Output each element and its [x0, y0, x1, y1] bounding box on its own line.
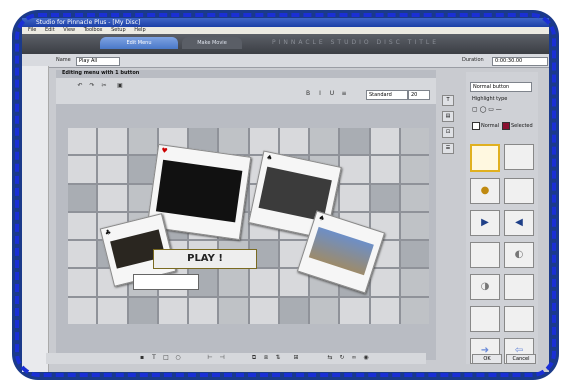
thumb-10[interactable]	[504, 274, 534, 300]
normal-color-swatch[interactable]	[472, 122, 480, 130]
thumb-7[interactable]	[470, 242, 500, 268]
club-icon: ♣	[104, 228, 113, 238]
ellipse-icon[interactable]: ○	[174, 354, 182, 362]
text-tool-icon[interactable]: T	[442, 95, 454, 106]
button-style-thumbnails: ● ▶ ◀ ◐ ◑ ➜ ⇦	[470, 144, 534, 364]
tab-make-movie[interactable]: Make Movie	[182, 37, 242, 49]
screenshot-frame: Studio for Pinnacle Plus - [My Disc] Fil…	[12, 10, 559, 380]
align-left-icon[interactable]: ⊢	[206, 354, 214, 362]
spade-icon: ♠	[265, 153, 274, 163]
preview-icon[interactable]: ◉	[362, 354, 370, 362]
duration-label: Duration	[462, 57, 484, 63]
redo-icon[interactable]: ↷	[88, 82, 96, 90]
dialog-buttons: OK Cancel	[468, 354, 538, 364]
thumb-1[interactable]	[470, 144, 500, 172]
spade-icon: ♠	[317, 213, 326, 224]
font-select[interactable]: Standard	[366, 90, 408, 100]
select-icon[interactable]: ▪	[138, 354, 146, 362]
duration-input[interactable]: 0:00:30.00	[492, 57, 548, 66]
menu-edit[interactable]: Edit	[45, 27, 55, 33]
rect-icon[interactable]: □	[162, 354, 170, 362]
highlight-label: Highlight type	[472, 96, 508, 102]
selected-color-label: Selected	[511, 123, 533, 129]
thumb-11[interactable]	[470, 306, 500, 332]
size-select[interactable]: 20	[408, 90, 430, 100]
image-tool-icon[interactable]: ▤	[442, 111, 454, 122]
thumb-5[interactable]: ▶	[470, 210, 500, 236]
button-properties-panel: Normal button Highlight type ▢ ◯ ▭ — Nor…	[466, 72, 538, 364]
flip-icon[interactable]: ⇆	[326, 354, 334, 362]
button-style-select[interactable]: Normal button	[470, 82, 532, 92]
group-icon[interactable]: ⧉	[250, 354, 258, 362]
menu-view[interactable]: View	[63, 27, 75, 33]
link-icon[interactable]: ∞	[350, 354, 358, 362]
undo-icon[interactable]: ↶	[76, 82, 84, 90]
cancel-button[interactable]: Cancel	[506, 354, 536, 364]
thumb-4[interactable]	[504, 178, 534, 204]
text-icon[interactable]: T	[150, 354, 158, 362]
title-bar: Studio for Pinnacle Plus - [My Disc]	[22, 18, 549, 27]
delete-icon[interactable]: ▣	[116, 82, 124, 90]
menu-bar: File Edit View Toolbox Setup Help	[22, 27, 549, 34]
thumbnail-image	[155, 159, 243, 223]
rotate-icon[interactable]: ↻	[338, 354, 346, 362]
menu-toolbox[interactable]: Toolbox	[84, 27, 103, 33]
distribute-icon[interactable]: ⊞	[292, 354, 300, 362]
button-tool-icon[interactable]: ⊡	[442, 127, 454, 138]
thumb-9[interactable]: ◑	[470, 274, 500, 300]
side-tools: T ▤ ⊡ ☰	[442, 95, 456, 159]
tab-bar: Edit Menu Make Movie PINNACLE STUDIO DIS…	[22, 34, 549, 54]
thumb-3[interactable]: ●	[470, 178, 500, 204]
bold-icon[interactable]: B	[304, 90, 312, 98]
underline-icon[interactable]: U	[328, 90, 336, 98]
selected-color-swatch[interactable]	[502, 122, 510, 130]
editor-heading: Editing menu with 1 button	[62, 70, 140, 76]
menu-setup[interactable]: Setup	[111, 27, 126, 33]
align-center-icon[interactable]: ⊣	[218, 354, 226, 362]
menu-tool-icon[interactable]: ☰	[442, 143, 454, 154]
italic-icon[interactable]: I	[316, 90, 324, 98]
thumbnail-image	[308, 226, 374, 276]
bottom-toolbar: ▪ T □ ○ ⊢ ⊣ ⧉ ⧈ ⇅ ⊞ ⇆ ↻ ∞ ◉	[46, 353, 426, 364]
thumb-8[interactable]: ◐	[504, 242, 534, 268]
name-input[interactable]: Play All	[76, 57, 120, 66]
tab-edit-menu[interactable]: Edit Menu	[100, 37, 178, 49]
align-icon[interactable]: ≡	[340, 90, 348, 98]
name-label: Name	[56, 57, 71, 63]
normal-color-label: Normal	[481, 123, 500, 129]
thumb-2[interactable]	[504, 144, 534, 170]
heart-icon: ♥	[160, 146, 169, 156]
highlight-options[interactable]: ▢ ◯ ▭ —	[472, 106, 502, 113]
blank-button[interactable]	[133, 274, 199, 290]
order-icon[interactable]: ⇅	[274, 354, 282, 362]
title-row: Name Play All Duration 0:00:30.00	[22, 54, 549, 68]
play-all-button[interactable]: PLAY !	[153, 249, 257, 269]
ok-button[interactable]: OK	[472, 354, 502, 364]
editor-toolbar: ↶ ↷ ✂ ▣ B I U ≡ Standard 20	[56, 78, 436, 104]
studio-banner: PINNACLE STUDIO DISC TITLE	[272, 39, 440, 46]
thumb-12[interactable]	[504, 306, 534, 332]
ungroup-icon[interactable]: ⧈	[262, 354, 270, 362]
left-strip	[22, 66, 49, 372]
cut-icon[interactable]: ✂	[100, 82, 108, 90]
menu-help[interactable]: Help	[134, 27, 145, 33]
menu-file[interactable]: File	[28, 27, 36, 33]
thumb-6[interactable]: ◀	[504, 210, 534, 236]
